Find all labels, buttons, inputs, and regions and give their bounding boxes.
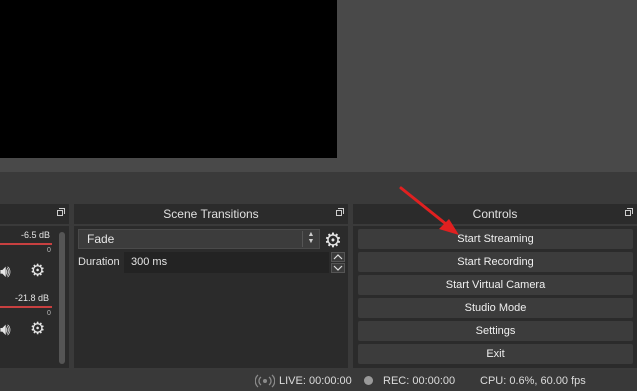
dock-title: Controls [472,207,518,221]
gear-icon[interactable]: ⚙ [30,319,45,339]
duration-label: Duration [78,256,120,268]
chevron-down-icon [333,265,343,271]
live-time: LIVE: 00:00:00 [279,375,352,387]
mixer-dock-header[interactable] [0,204,69,224]
speaker-icon[interactable]: 🔊︎ [0,320,11,340]
exit-button[interactable]: Exit [358,344,633,364]
start-virtual-camera-button[interactable]: Start Virtual Camera [358,275,633,295]
transition-select-value: Fade [87,232,115,246]
settings-button[interactable]: Settings [358,321,633,341]
dock-title: Scene Transitions [163,207,259,221]
gear-icon[interactable]: ⚙ [30,261,45,281]
cpu-fps: CPU: 0.6%, 60.00 fps [480,375,586,387]
decrement-button[interactable] [331,263,345,273]
track-1-db: -6.5 dB [21,230,51,240]
gear-icon[interactable]: ⚙ [324,228,342,253]
rec-time: REC: 00:00:00 [383,375,456,387]
undock-icon[interactable] [625,208,633,216]
track-2-meter [0,306,52,308]
record-indicator-icon [364,376,373,385]
increment-button[interactable] [331,252,345,262]
undock-icon[interactable] [57,208,65,216]
duration-value: 300 ms [131,256,168,268]
preview-canvas[interactable] [0,0,337,158]
scene-transitions-header[interactable]: Scene Transitions [74,204,348,224]
mixer-scrollbar[interactable] [59,232,65,364]
chevron-up-icon [333,254,343,260]
track-2-tick: 0 [47,310,51,317]
duration-field[interactable]: 300 ms [124,252,329,273]
undock-icon[interactable] [336,208,344,216]
studio-mode-button[interactable]: Studio Mode [358,298,633,318]
annotation-arrow-icon [399,186,459,235]
speaker-icon[interactable]: 🔊︎ [0,262,11,282]
track-2-db: -21.8 dB [15,293,50,303]
start-recording-button[interactable]: Start Recording [358,252,633,272]
broadcast-icon [255,374,275,388]
transition-select[interactable]: Fade [78,229,320,249]
track-1-tick: 0 [47,247,51,254]
track-1-meter [0,243,52,245]
updown-chevron-icon[interactable]: ▲ ▼ [302,231,319,247]
